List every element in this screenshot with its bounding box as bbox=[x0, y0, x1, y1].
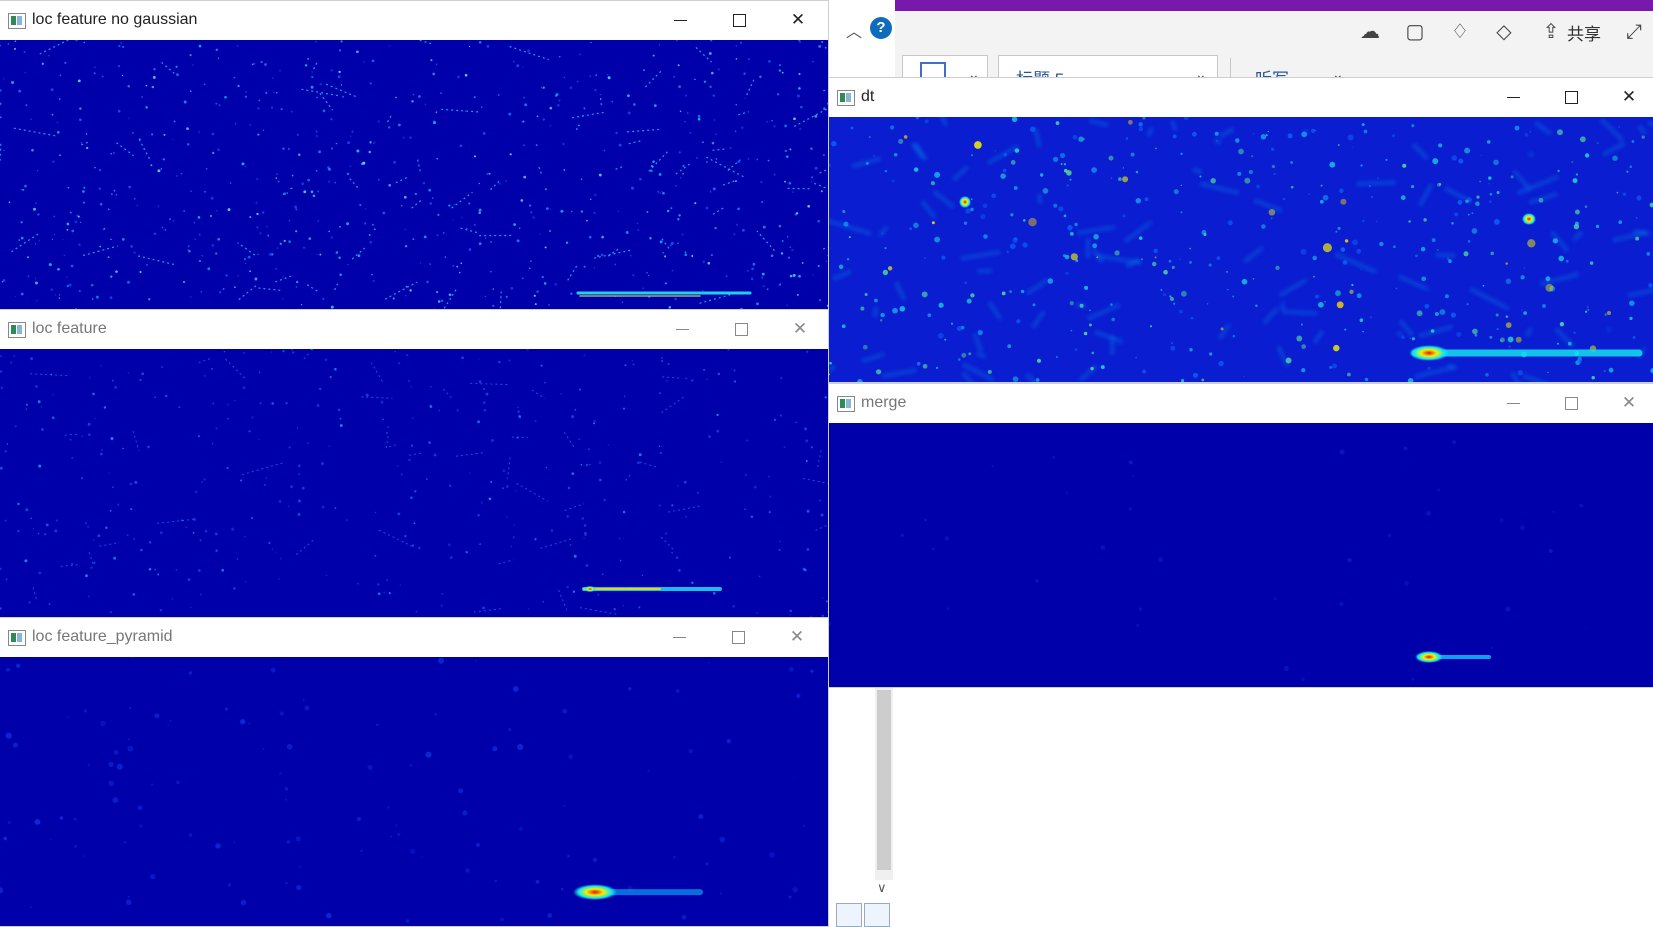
window-loc-feature[interactable]: loc feature ✕ bbox=[0, 310, 828, 619]
maximize-icon[interactable] bbox=[1561, 86, 1581, 108]
app-title-band bbox=[894, 0, 1653, 11]
heatmap-image bbox=[829, 117, 1653, 382]
speckle-layer bbox=[829, 117, 1653, 382]
window-titlebar[interactable]: merge ✕ bbox=[829, 384, 1653, 423]
hotspot bbox=[1415, 651, 1443, 663]
app-icon bbox=[8, 13, 26, 29]
heatmap-canvas bbox=[829, 423, 1653, 687]
heatmap-image bbox=[0, 40, 828, 310]
window-title: loc feature_pyramid bbox=[32, 628, 173, 646]
app-icon bbox=[8, 322, 26, 338]
window-loc-feature-pyramid[interactable]: loc feature_pyramid ✕ bbox=[0, 618, 828, 926]
close-icon[interactable]: ✕ bbox=[1619, 86, 1639, 108]
minimize-icon[interactable] bbox=[672, 318, 692, 340]
close-icon[interactable]: ✕ bbox=[790, 318, 810, 340]
window-title: loc feature bbox=[32, 320, 107, 338]
scroll-down-icon[interactable]: ∨ bbox=[877, 880, 887, 896]
streak-layer bbox=[0, 354, 828, 615]
window-title: merge bbox=[861, 394, 906, 412]
heatmap-canvas bbox=[0, 349, 828, 619]
maximize-icon[interactable] bbox=[731, 318, 751, 340]
maximize-icon[interactable] bbox=[729, 9, 749, 31]
streak-layer bbox=[0, 40, 828, 309]
collapse-chevron-icon[interactable]: ︿ bbox=[846, 18, 862, 42]
hotspot bbox=[573, 884, 617, 900]
app-icon bbox=[837, 90, 855, 106]
window-titlebar[interactable]: dt ✕ bbox=[829, 78, 1653, 117]
lightbulb-icon[interactable]: ♢ bbox=[1446, 18, 1474, 46]
window-merge[interactable]: merge ✕ bbox=[829, 384, 1653, 687]
heatmap-image bbox=[0, 657, 828, 926]
maximize-icon[interactable] bbox=[1561, 392, 1581, 414]
speckle-layer bbox=[0, 349, 828, 619]
expand-icon[interactable]: ⤢ bbox=[1620, 18, 1648, 46]
speckle-layer bbox=[0, 657, 814, 923]
window-dt[interactable]: dt ✕ bbox=[829, 78, 1653, 382]
heatmap-canvas bbox=[829, 117, 1653, 382]
close-icon[interactable]: ✕ bbox=[788, 9, 808, 31]
maximize-icon[interactable] bbox=[728, 626, 748, 648]
minimize-icon[interactable] bbox=[1503, 86, 1523, 108]
hotspot bbox=[584, 586, 596, 592]
bell-icon[interactable]: ◇ bbox=[1490, 18, 1518, 46]
heatmap-image bbox=[0, 349, 828, 619]
speckle-layer bbox=[0, 40, 828, 310]
window-title: dt bbox=[861, 88, 874, 106]
window-titlebar[interactable]: loc feature no gaussian ✕ bbox=[0, 1, 828, 40]
window-titlebar[interactable]: loc feature_pyramid ✕ bbox=[0, 618, 828, 657]
hotspot bbox=[1409, 345, 1449, 361]
page-view-icon[interactable] bbox=[864, 903, 890, 927]
share-button[interactable]: 共享 bbox=[1567, 20, 1601, 45]
minimize-icon[interactable] bbox=[1503, 392, 1523, 414]
heatmap-image bbox=[829, 423, 1653, 687]
notebook-icon[interactable]: ▢ bbox=[1401, 18, 1429, 46]
window-titlebar[interactable]: loc feature ✕ bbox=[0, 310, 828, 349]
window-loc-feature-no-gaussian[interactable]: loc feature no gaussian ✕ bbox=[0, 1, 828, 310]
close-icon[interactable]: ✕ bbox=[1619, 392, 1639, 414]
scrollbar-thumb[interactable] bbox=[877, 690, 891, 870]
share-icon[interactable]: ⇪ bbox=[1537, 18, 1565, 46]
hotspot bbox=[959, 196, 971, 208]
speckle-layer bbox=[829, 440, 1587, 681]
heatmap-canvas bbox=[0, 40, 828, 310]
hotspot bbox=[1522, 213, 1536, 225]
minimize-icon[interactable] bbox=[670, 9, 690, 31]
app-icon bbox=[837, 396, 855, 412]
cloud-sync-icon[interactable]: ☁ bbox=[1356, 18, 1384, 46]
close-icon[interactable]: ✕ bbox=[787, 626, 807, 648]
window-title: loc feature no gaussian bbox=[32, 11, 197, 29]
streak-layer bbox=[829, 117, 1653, 382]
minimize-icon[interactable] bbox=[669, 626, 689, 648]
help-icon[interactable]: ? bbox=[870, 17, 892, 39]
list-view-icon[interactable] bbox=[836, 903, 862, 927]
app-icon bbox=[8, 630, 26, 646]
heatmap-canvas bbox=[0, 657, 828, 926]
